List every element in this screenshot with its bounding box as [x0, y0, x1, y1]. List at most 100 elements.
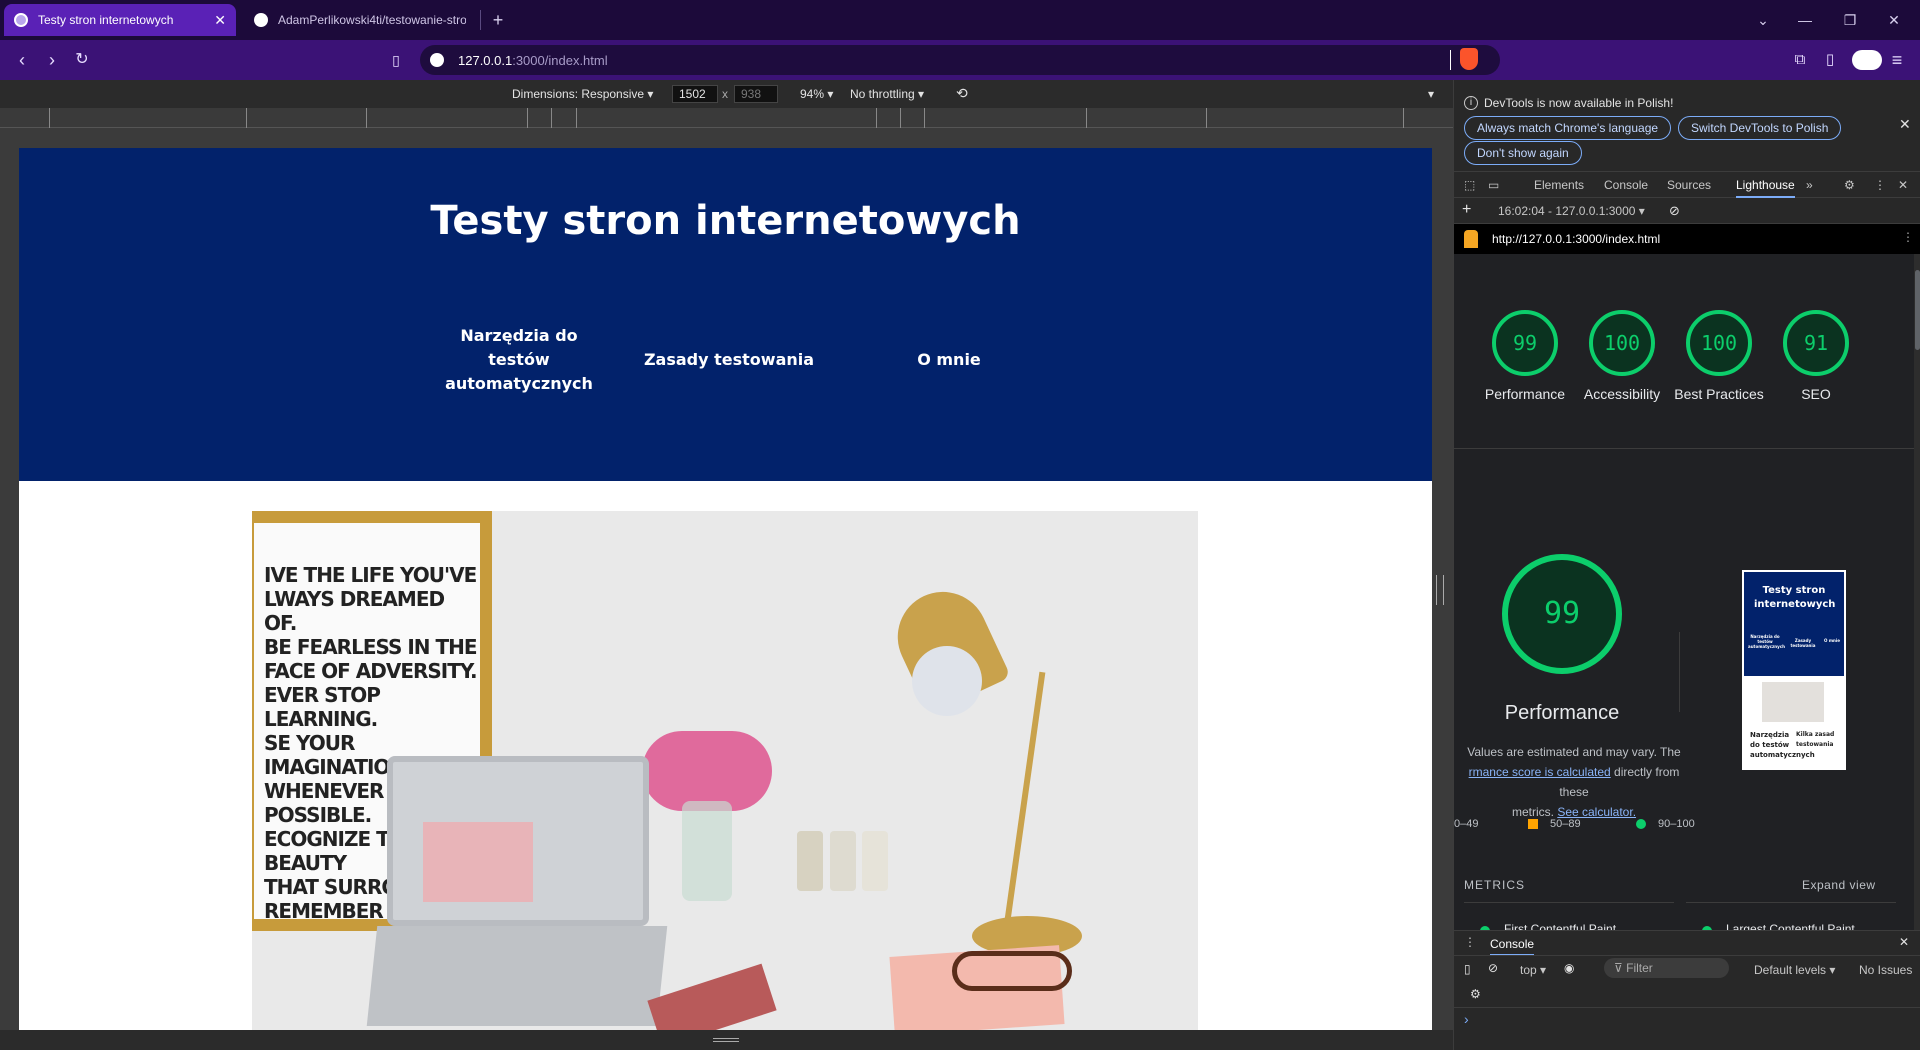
reload-icon[interactable]: ↻ — [70, 48, 94, 72]
report-url: http://127.0.0.1:3000/index.html — [1492, 232, 1661, 246]
settings-icon[interactable]: ⚙ — [1844, 178, 1855, 192]
console-prompt[interactable]: › — [1464, 1011, 1469, 1027]
zoom-dropdown[interactable]: 94% ▾ — [800, 87, 833, 101]
media-query-ruler[interactable] — [0, 108, 1453, 128]
height-input[interactable]: 938 — [734, 85, 778, 103]
site-title: Testy stron internetowych — [430, 198, 1021, 244]
dimensions-dropdown[interactable]: Dimensions: Responsive ▾ — [512, 87, 653, 101]
browser-toolbar: ‹ › ↻ ▯ 127.0.0.1:3000/index.html ⧉ ▯ ≡ — [0, 40, 1920, 80]
score-label: Performance — [1484, 386, 1566, 402]
tab-active[interactable]: Testy stron internetowych ✕ — [4, 4, 236, 36]
divider — [1679, 632, 1680, 712]
more-options-icon[interactable]: ▾ — [1428, 87, 1434, 101]
sidebar-toggle-icon[interactable]: ▯ — [1464, 962, 1471, 976]
vpn-icon[interactable] — [1852, 50, 1882, 70]
sidebar-icon[interactable]: ▯ — [1818, 48, 1842, 72]
brave-shield-icon[interactable] — [1460, 48, 1478, 70]
tab-github[interactable]: AdamPerlikowski4ti/testowanie-stro — [244, 4, 476, 36]
forward-icon[interactable]: › — [40, 48, 64, 72]
tab-search-icon[interactable]: ⌄ — [1753, 10, 1773, 30]
performance-heading: Performance — [1504, 702, 1620, 724]
filter-input[interactable]: ⊽ Filter — [1604, 958, 1729, 978]
glasses — [952, 951, 1072, 991]
phone-case — [647, 963, 777, 1030]
tab-console[interactable]: Console — [1604, 178, 1648, 192]
more-tabs-icon[interactable]: » — [1806, 178, 1813, 192]
nav-link-tools[interactable]: Narzędzia do testów automatycznych — [444, 324, 594, 396]
width-input[interactable]: 1502 — [672, 85, 718, 103]
thumb-nav: O mnie — [1824, 638, 1840, 643]
thumb-hero — [1762, 682, 1824, 722]
report-menu-icon[interactable]: ⋮ — [1902, 230, 1914, 244]
score-legend: 0–49 50–89 90–100 — [1454, 816, 1914, 836]
close-tab-icon[interactable]: ✕ — [214, 12, 226, 29]
report-select[interactable]: 16:02:04 - 127.0.0.1:3000 ▾ — [1498, 204, 1645, 218]
viewport-resize-handle[interactable] — [1436, 575, 1444, 605]
inspect-icon[interactable]: ⬚ — [1464, 178, 1475, 192]
report-scrollbar[interactable] — [1914, 254, 1920, 930]
console-settings-icon[interactable]: ⚙ — [1470, 987, 1481, 1001]
site-header: Testy stron internetowych Narzędzia do t… — [19, 148, 1432, 481]
bookmark-icon[interactable]: ▯ — [384, 48, 408, 72]
score-gauge-best-practices[interactable]: 100 — [1686, 310, 1752, 376]
levels-dropdown[interactable]: Default levels ▾ — [1754, 963, 1835, 977]
tab-divider — [480, 10, 481, 30]
clear-console-icon[interactable]: ⊘ — [1488, 961, 1498, 975]
device-toggle-icon[interactable]: ▭ — [1488, 178, 1499, 192]
menu-icon[interactable]: ≡ — [1885, 48, 1909, 72]
score-calc-link[interactable]: rmance score is calculated — [1469, 765, 1611, 779]
close-devtools-icon[interactable]: ✕ — [1898, 178, 1908, 192]
resize-handle-icon[interactable] — [713, 1038, 739, 1042]
score-gauge-performance[interactable]: 99 — [1492, 310, 1558, 376]
kebab-menu-icon[interactable]: ⋮ — [1874, 178, 1886, 192]
back-icon[interactable]: ‹ — [10, 48, 34, 72]
metrics-heading: METRICS — [1464, 878, 1525, 892]
clear-icon[interactable]: ⊘ — [1669, 203, 1680, 219]
switch-polish-button[interactable]: Switch DevTools to Polish — [1678, 116, 1842, 140]
new-tab-button[interactable]: + — [488, 10, 508, 30]
match-language-button[interactable]: Always match Chrome's language — [1464, 116, 1672, 140]
close-infobar-icon[interactable]: ✕ — [1899, 116, 1911, 133]
dimensions-label: Dimensions: Responsive — [512, 87, 645, 101]
live-expression-icon[interactable]: ◉ — [1564, 961, 1574, 975]
address-bar[interactable]: 127.0.0.1:3000/index.html — [420, 45, 1500, 75]
filter-placeholder: Filter — [1626, 961, 1653, 975]
thumb-title: Testy stron internetowych — [1754, 585, 1836, 610]
close-window-button[interactable]: ✕ — [1884, 10, 1904, 30]
context-select[interactable]: top ▾ — [1520, 963, 1546, 977]
score-gauge-seo[interactable]: 91 — [1783, 310, 1849, 376]
lighthouse-toolbar: + 16:02:04 - 127.0.0.1:3000 ▾ ⊘ — [1454, 198, 1920, 224]
legend-orange-square — [1528, 819, 1538, 829]
score-gauge-accessibility[interactable]: 100 — [1589, 310, 1655, 376]
globe-icon — [14, 13, 28, 27]
throttling-dropdown[interactable]: No throttling ▾ — [850, 87, 924, 101]
context-label: top — [1520, 963, 1537, 977]
score-label: Accessibility — [1583, 386, 1661, 402]
tab-lighthouse[interactable]: Lighthouse — [1736, 178, 1795, 198]
tab-sources[interactable]: Sources — [1667, 178, 1711, 192]
close-drawer-icon[interactable]: ✕ — [1899, 935, 1909, 949]
report-scrollbar-thumb[interactable] — [1915, 270, 1920, 350]
restore-button[interactable]: ❐ — [1840, 10, 1860, 30]
divider — [1454, 1007, 1920, 1008]
extensions-icon[interactable]: ⧉ — [1788, 48, 1812, 72]
dont-show-button[interactable]: Don't show again — [1464, 141, 1582, 165]
page-screenshot-thumbnail[interactable]: Testy stron internetowych Narzędzia do t… — [1742, 570, 1846, 770]
nav-link-rules[interactable]: Zasady testowania — [629, 348, 829, 372]
new-report-icon[interactable]: + — [1462, 201, 1471, 219]
rotate-icon[interactable]: ⟲ — [956, 85, 968, 102]
expand-view-toggle[interactable]: Expand view — [1802, 878, 1876, 892]
issues-label[interactable]: No Issues — [1859, 963, 1912, 977]
dimension-separator: x — [722, 87, 728, 101]
drawer-tab-console[interactable]: Console — [1490, 937, 1535, 956]
drawer-menu-icon[interactable]: ⋮ — [1464, 935, 1476, 949]
poster-line: FACE OF ADVERSITY. — [264, 659, 478, 683]
tab-elements[interactable]: Elements — [1534, 178, 1584, 192]
poster-line: EVER STOP LEARNING. — [264, 683, 381, 731]
minimize-button[interactable]: — — [1795, 10, 1815, 30]
report-select-label: 16:02:04 - 127.0.0.1:3000 — [1498, 204, 1636, 218]
nav-link-about[interactable]: O mnie — [889, 348, 1009, 372]
language-infobar: i DevTools is now available in Polish! A… — [1454, 80, 1920, 172]
devtools-tabs: ⬚ ▭ Elements Console Sources Lighthouse … — [1454, 172, 1920, 198]
site-info-icon[interactable] — [430, 53, 444, 67]
